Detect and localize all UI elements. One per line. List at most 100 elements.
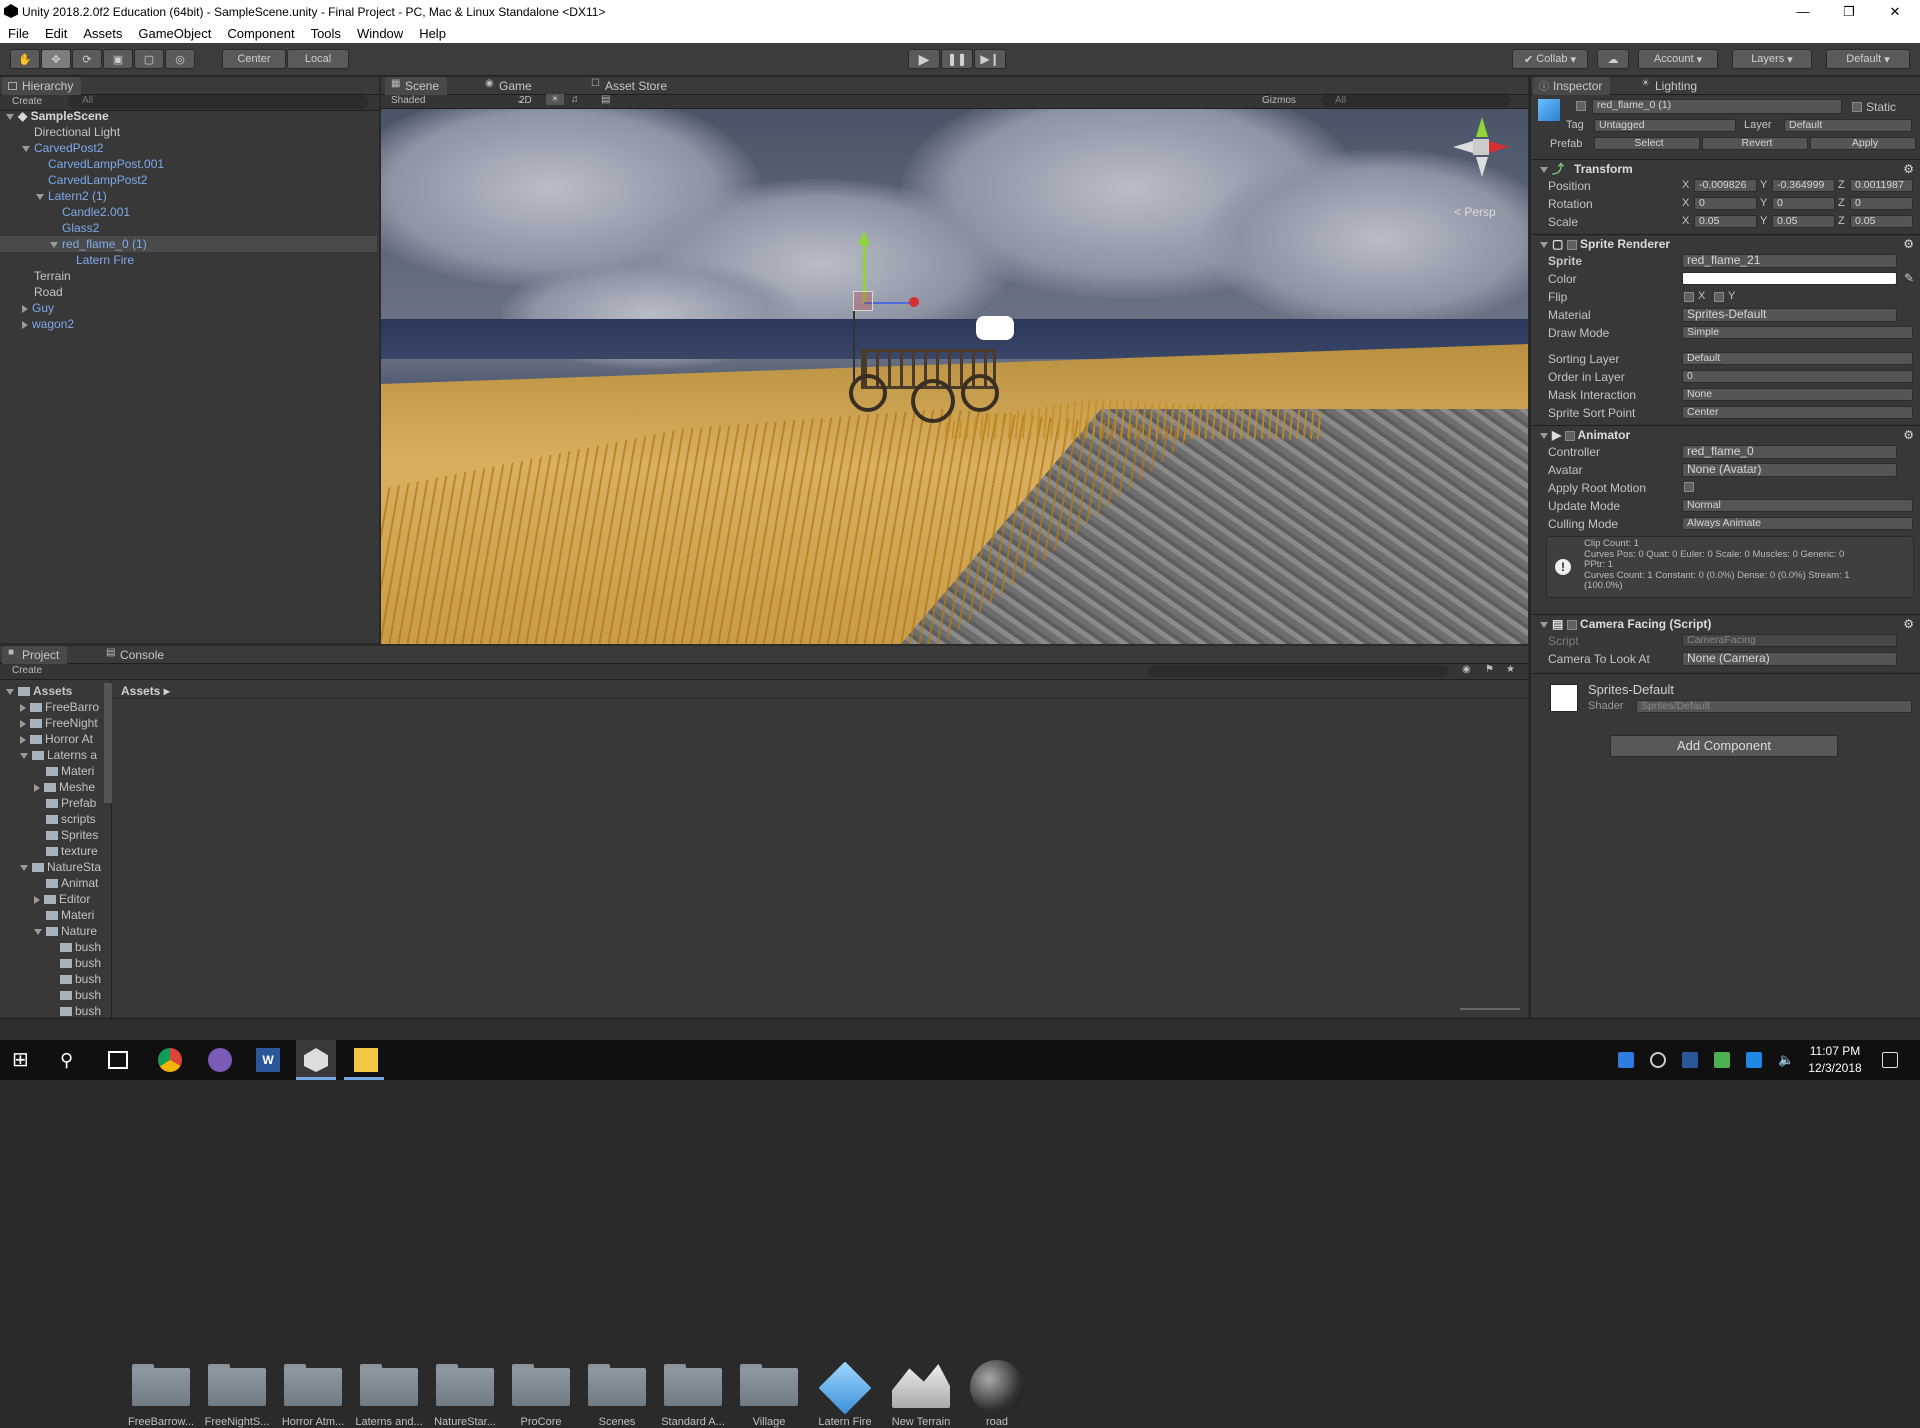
object-name-field[interactable]: red_flame_0 (1) xyxy=(1592,99,1842,114)
collapse-arrow-icon[interactable] xyxy=(20,752,28,759)
project-tree-item[interactable]: Sprites xyxy=(0,827,110,843)
expand-arrow-icon[interactable] xyxy=(22,304,28,313)
rotate-tool-icon[interactable]: ⟳ xyxy=(72,49,102,69)
tray-network-icon[interactable] xyxy=(1746,1052,1762,1068)
controller-field[interactable]: red_flame_0 xyxy=(1682,445,1897,459)
component-settings-icon[interactable]: ⚙ xyxy=(1903,235,1914,253)
project-tree-item[interactable]: Horror At xyxy=(0,731,110,747)
tray-word-icon[interactable] xyxy=(1682,1052,1698,1068)
asset-item[interactable]: Standard A... xyxy=(658,1360,728,1428)
project-tree-item[interactable]: Meshe xyxy=(0,779,110,795)
menu-window[interactable]: Window xyxy=(349,26,411,41)
collab-button[interactable]: ✔ Collab ▾ xyxy=(1512,49,1588,69)
expand-arrow-icon[interactable] xyxy=(20,719,26,728)
scene-search-input[interactable]: All xyxy=(1321,95,1511,107)
project-tree-item[interactable]: bush xyxy=(0,971,110,987)
avatar-field[interactable]: None (Avatar) xyxy=(1682,463,1897,477)
color-swatch[interactable] xyxy=(1682,272,1897,285)
project-tree-item[interactable]: Nature xyxy=(0,923,110,939)
expand-arrow-icon[interactable] xyxy=(22,320,28,329)
camera-facing-header[interactable]: ▤ Camera Facing (Script) ⚙ xyxy=(1532,614,1920,632)
sprite-renderer-header[interactable]: ▢ Sprite Renderer ⚙ xyxy=(1532,234,1920,252)
chrome-icon[interactable] xyxy=(158,1048,182,1072)
hierarchy-item[interactable]: Latern2 (1) xyxy=(0,188,377,204)
tab-hierarchy[interactable]: Hierarchy xyxy=(2,77,82,95)
layers-dropdown[interactable]: Layers ▾ xyxy=(1732,49,1812,69)
shader-dropdown[interactable]: Sprites/Default xyxy=(1636,700,1912,713)
animator-enabled-checkbox[interactable] xyxy=(1564,430,1575,441)
favorite-star-icon[interactable]: ★ xyxy=(1506,664,1515,675)
menu-help[interactable]: Help xyxy=(411,26,454,41)
orientation-gizmo[interactable] xyxy=(1451,117,1511,177)
2d-toggle[interactable]: 2D xyxy=(519,95,532,106)
tray-sync-icon[interactable] xyxy=(1650,1052,1666,1068)
gizmo-neg-y-cone[interactable] xyxy=(1476,157,1488,177)
transform-y-field[interactable]: -0.364999 xyxy=(1772,179,1835,192)
shading-mode-dropdown[interactable]: Shaded xyxy=(391,95,425,106)
hierarchy-item[interactable]: Latern Fire xyxy=(0,252,377,268)
rect-tool-icon[interactable]: ▢ xyxy=(134,49,164,69)
project-tree-item[interactable]: FreeBarro xyxy=(0,699,110,715)
asset-item[interactable]: FreeBarrow... xyxy=(126,1360,196,1428)
breadcrumb-assets[interactable]: Assets xyxy=(121,684,160,698)
sorting-layer-dropdown[interactable]: Default xyxy=(1682,352,1913,365)
collapse-arrow-icon[interactable] xyxy=(22,145,30,152)
prefab-apply-button[interactable]: Apply xyxy=(1810,137,1916,150)
project-tree-item[interactable]: Prefab xyxy=(0,795,110,811)
scale-tool-icon[interactable]: ▣ xyxy=(103,49,133,69)
tab-inspector[interactable]: ⓘ Inspector xyxy=(1533,77,1611,95)
hierarchy-item[interactable]: Road xyxy=(0,284,377,300)
hierarchy-item[interactable]: CarvedPost2 xyxy=(0,140,377,156)
task-view-icon[interactable] xyxy=(108,1051,128,1069)
tab-scene[interactable]: ▦ Scene xyxy=(385,77,448,95)
add-component-button[interactable]: Add Component xyxy=(1610,735,1838,757)
tree-scrollbar[interactable] xyxy=(104,683,112,803)
menu-file[interactable]: File xyxy=(0,26,37,41)
filter-type-icon[interactable]: ◉ xyxy=(1462,664,1471,675)
minimize-button[interactable]: — xyxy=(1780,0,1826,23)
component-settings-icon[interactable]: ⚙ xyxy=(1903,615,1914,633)
project-tree-item[interactable]: FreeNight xyxy=(0,715,110,731)
file-explorer-icon[interactable] xyxy=(354,1048,378,1072)
layer-dropdown[interactable]: Default xyxy=(1784,119,1912,132)
hierarchy-item[interactable]: Directional Light xyxy=(0,124,377,140)
asset-item[interactable]: ProCore xyxy=(506,1360,576,1428)
collapse-arrow-icon[interactable] xyxy=(34,928,42,935)
account-dropdown[interactable]: Account ▾ xyxy=(1638,49,1718,69)
pivot-local-button[interactable]: Local xyxy=(287,49,349,69)
hand-tool-icon[interactable]: ✋ xyxy=(10,49,40,69)
asset-item[interactable]: New Terrain xyxy=(886,1360,956,1428)
move-gizmo-x-handle[interactable] xyxy=(909,297,919,307)
asset-item[interactable]: Latern Fire xyxy=(810,1360,880,1428)
camera-gizmo-icon[interactable] xyxy=(976,316,1014,340)
menu-assets[interactable]: Assets xyxy=(75,26,130,41)
clock[interactable]: 11:07 PM 12/3/2018 xyxy=(1800,1043,1870,1077)
camera-to-look-at-field[interactable]: None (Camera) xyxy=(1682,652,1897,666)
eyedropper-icon[interactable]: ✎ xyxy=(1904,271,1914,285)
culling-mode-dropdown[interactable]: Always Animate xyxy=(1682,517,1913,530)
transform-z-field[interactable]: 0.05 xyxy=(1850,215,1913,228)
hierarchy-item[interactable]: Guy xyxy=(0,300,377,316)
tab-console[interactable]: ▤ Console xyxy=(100,646,172,664)
transform-x-field[interactable]: -0.009826 xyxy=(1694,179,1757,192)
close-button[interactable]: ✕ xyxy=(1872,0,1918,23)
gizmo-y-cone[interactable] xyxy=(1476,117,1488,137)
tab-project[interactable]: ■ Project xyxy=(2,646,68,664)
transform-z-field[interactable]: 0 xyxy=(1850,197,1913,210)
prefab-select-button[interactable]: Select xyxy=(1594,137,1700,150)
menu-component[interactable]: Component xyxy=(219,26,302,41)
transform-header[interactable]: ⤴ Transform ⚙ xyxy=(1532,159,1920,177)
transform-z-field[interactable]: 0.0011987 xyxy=(1850,179,1913,192)
project-tree-item[interactable]: Assets xyxy=(0,683,110,699)
gizmo-neg-x-cone[interactable] xyxy=(1453,141,1473,153)
transform-x-field[interactable]: 0 xyxy=(1694,197,1757,210)
project-tree-item[interactable]: Laterns a xyxy=(0,747,110,763)
flip-y-checkbox[interactable] xyxy=(1714,292,1724,302)
menu-tools[interactable]: Tools xyxy=(303,26,349,41)
gizmos-dropdown[interactable]: Gizmos xyxy=(1262,95,1296,106)
project-tree-item[interactable]: Animat xyxy=(0,875,110,891)
word-icon[interactable]: W xyxy=(256,1048,280,1072)
static-checkbox[interactable] xyxy=(1852,102,1862,112)
hierarchy-item[interactable]: wagon2 xyxy=(0,316,377,332)
collapse-arrow-icon[interactable] xyxy=(36,193,44,200)
